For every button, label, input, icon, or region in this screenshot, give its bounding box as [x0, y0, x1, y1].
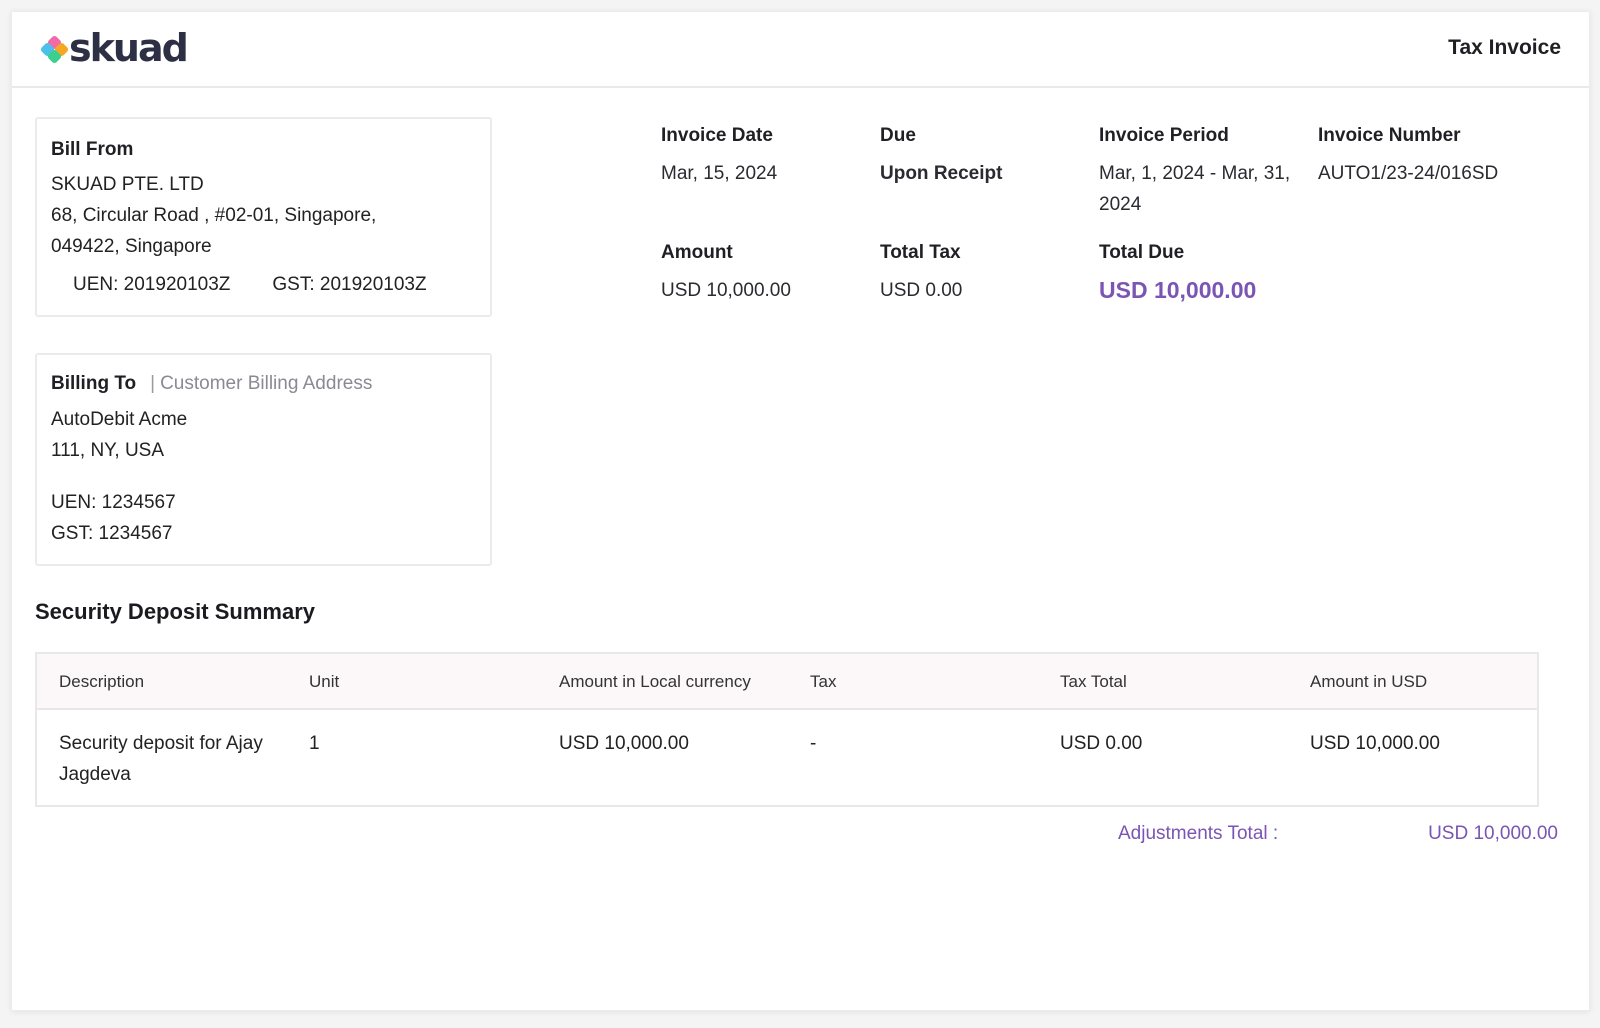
cell-unit: 1: [309, 733, 320, 754]
invoice-date-block: Invoice Date Mar, 15, 2024: [661, 124, 881, 189]
adjustments-total-value: USD 10,000.00: [1428, 823, 1558, 844]
cell-local-amount: USD 10,000.00: [559, 733, 689, 754]
logo-text: skuad: [69, 26, 189, 70]
summary-title: Security Deposit Summary: [35, 599, 315, 624]
column-header-tax: Tax: [810, 672, 837, 691]
due-value: Upon Receipt: [880, 163, 1003, 184]
invoice-number-block: Invoice Number AUTO1/23-24/016SD: [1318, 124, 1558, 189]
document-title: Tax Invoice: [1448, 36, 1561, 59]
bill-from-company: SKUAD PTE. LTD: [51, 174, 204, 195]
bill-from-card: Bill From SKUAD PTE. LTD 68, Circular Ro…: [35, 117, 492, 317]
total-tax-label: Total Tax: [880, 242, 961, 263]
total-tax-block: Total Tax USD 0.00: [880, 241, 1100, 306]
total-due-value: USD 10,000.00: [1099, 277, 1257, 303]
cell-tax-total: USD 0.00: [1060, 733, 1143, 754]
cell-description: Security deposit for Ajay Jagdeva: [59, 733, 263, 785]
invoice-date-value: Mar, 15, 2024: [661, 163, 778, 184]
column-header-unit: Unit: [309, 672, 340, 691]
invoice-page: skuad Tax Invoice Bill From SKUAD PTE. L…: [11, 11, 1590, 1011]
billing-to-subtitle: Customer Billing Address: [150, 373, 372, 395]
column-header-tax-total: Tax Total: [1060, 672, 1127, 691]
amount-label: Amount: [661, 242, 733, 263]
billing-to-gst: GST: 1234567: [51, 523, 173, 544]
billing-to-card: Billing To Customer Billing Address Auto…: [35, 353, 492, 566]
due-block: Due Upon Receipt: [880, 124, 1100, 189]
cell-amount-usd: USD 10,000.00: [1310, 733, 1440, 754]
invoice-period-value: Mar, 1, 2024 - Mar, 31, 2024: [1099, 163, 1291, 215]
bill-from-gst: GST: 201920103Z: [272, 274, 427, 295]
summary-table: Description Unit Amount in Local currenc…: [35, 652, 1539, 807]
billing-to-company: AutoDebit Acme: [51, 409, 188, 430]
invoice-header: skuad Tax Invoice: [12, 12, 1589, 88]
billing-to-title: Billing To: [51, 373, 137, 394]
bill-from-address-line1: 68, Circular Road , #02-01, Singapore,: [51, 205, 377, 226]
invoice-number-value: AUTO1/23-24/016SD: [1318, 163, 1499, 184]
billing-to-uen: UEN: 1234567: [51, 492, 176, 513]
column-header-description: Description: [59, 672, 145, 691]
bill-from-uen: UEN: 201920103Z: [73, 274, 231, 295]
cell-tax: -: [810, 733, 817, 754]
total-due-block: Total Due USD 10,000.00: [1099, 241, 1319, 306]
amount-block: Amount USD 10,000.00: [661, 241, 881, 306]
column-header-local-amount: Amount in Local currency: [559, 672, 751, 691]
invoice-period-block: Invoice Period Mar, 1, 2024 - Mar, 31, 2…: [1099, 124, 1309, 220]
table-row: Security deposit for Ajay Jagdeva 1 USD …: [37, 712, 1537, 807]
amount-value: USD 10,000.00: [661, 280, 791, 301]
bill-from-address-line2: 049422, Singapore: [51, 236, 212, 257]
invoice-number-label: Invoice Number: [1318, 125, 1461, 146]
invoice-period-label: Invoice Period: [1099, 125, 1229, 146]
billing-to-address: 111, NY, USA: [51, 440, 165, 461]
skuad-logo-icon: [39, 34, 70, 65]
table-header: Description Unit Amount in Local currenc…: [37, 654, 1537, 710]
total-due-label: Total Due: [1099, 242, 1185, 263]
skuad-logo: skuad: [39, 26, 189, 70]
bill-from-title: Bill From: [51, 139, 134, 160]
column-header-amount-usd: Amount in USD: [1310, 672, 1428, 691]
invoice-date-label: Invoice Date: [661, 125, 773, 146]
adjustments-total-label: Adjustments Total :: [1118, 823, 1279, 844]
total-tax-value: USD 0.00: [880, 280, 963, 301]
due-label: Due: [880, 125, 916, 146]
